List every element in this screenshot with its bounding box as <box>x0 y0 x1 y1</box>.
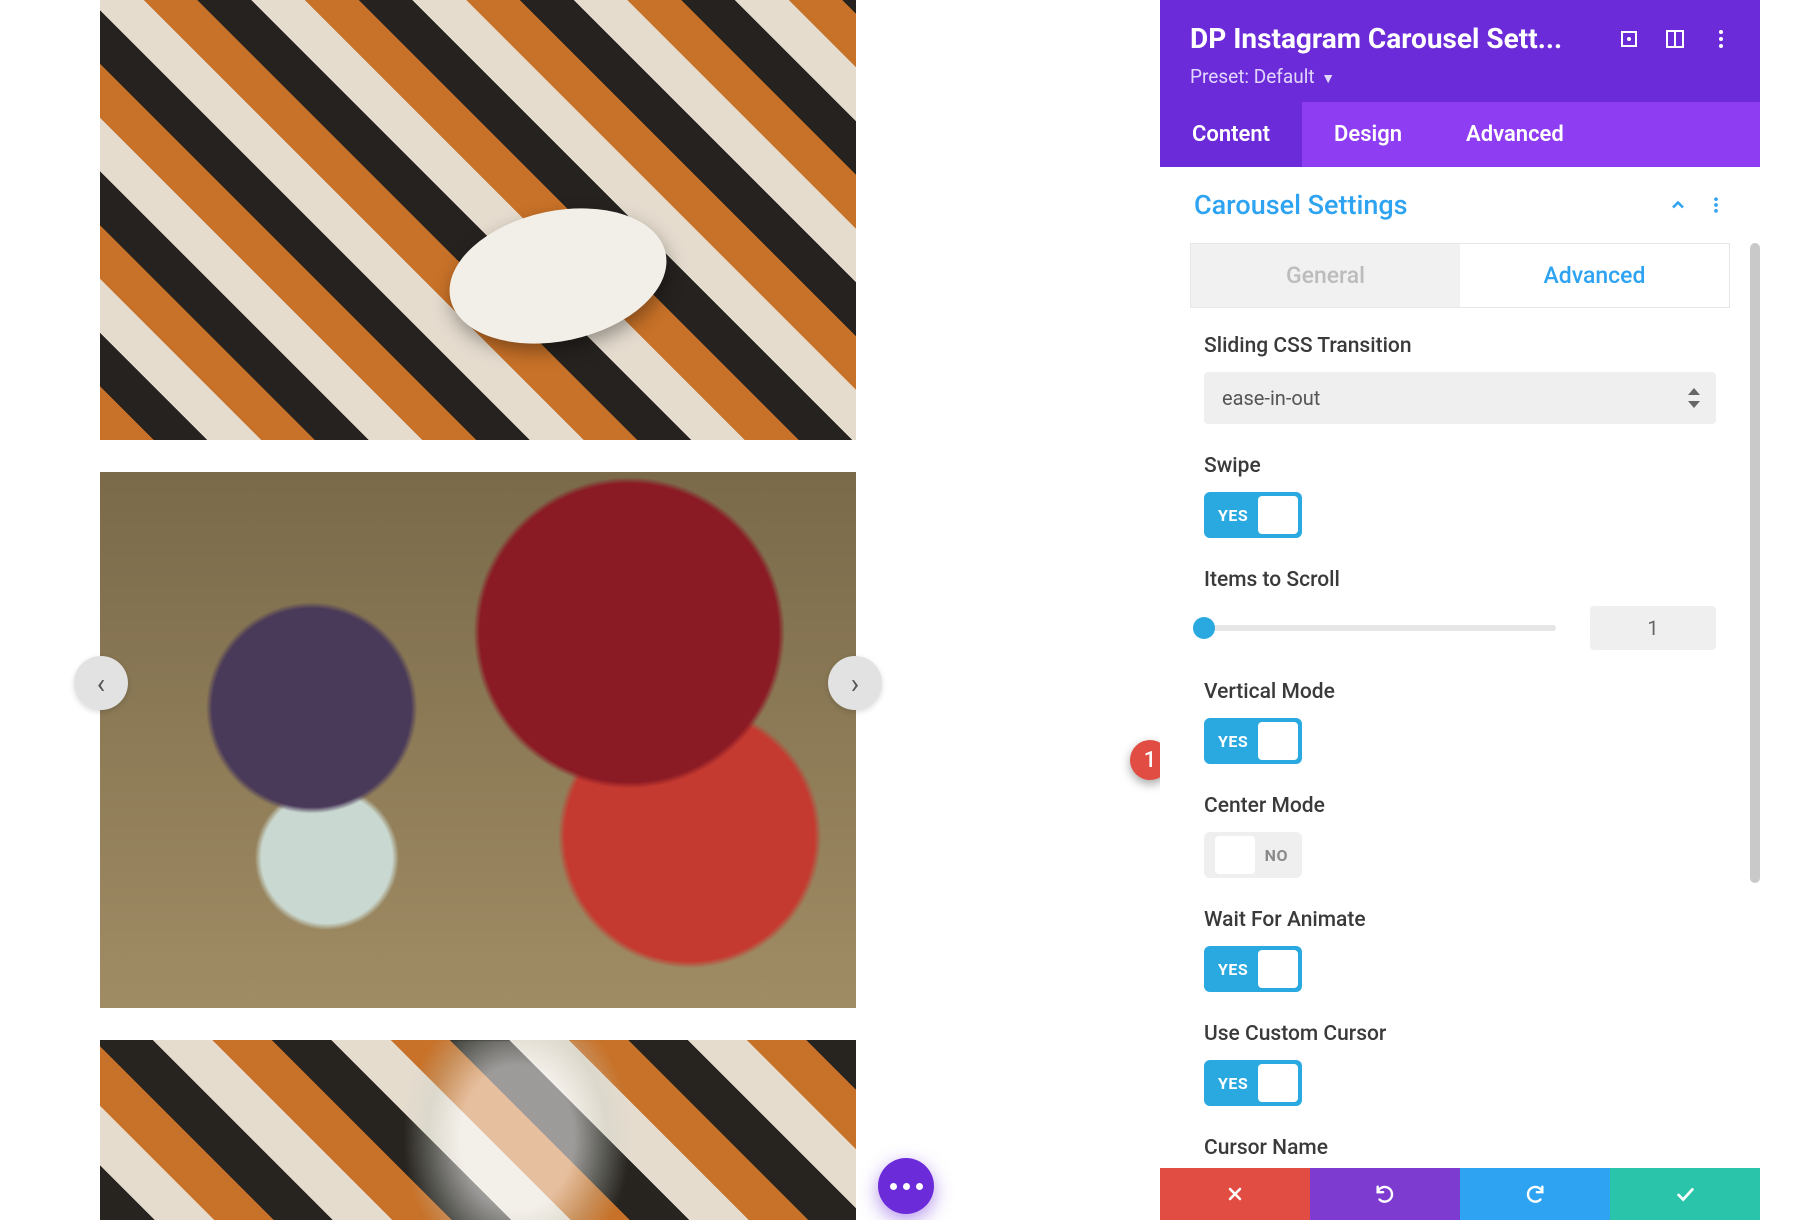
subtab-general[interactable]: General <box>1191 244 1460 307</box>
toggle-knob <box>1258 950 1298 988</box>
field-label: Use Custom Cursor <box>1204 1022 1716 1046</box>
subtab-advanced[interactable]: Advanced <box>1460 244 1729 307</box>
section-title: Carousel Settings <box>1194 189 1650 221</box>
expand-icon[interactable] <box>1616 26 1642 52</box>
field-vertical-mode: Vertical Mode YES <box>1160 680 1760 764</box>
panel-title: DP Instagram Carousel Sett... <box>1190 22 1596 55</box>
toggle-state-label: YES <box>1208 960 1258 979</box>
swipe-toggle[interactable]: YES <box>1204 492 1302 538</box>
carousel-slide[interactable] <box>100 472 856 1008</box>
toggle-state-label: YES <box>1208 732 1258 751</box>
check-icon <box>1674 1183 1696 1205</box>
preset-selector[interactable]: Preset: Default ▼ <box>1190 65 1734 88</box>
wait-for-animate-toggle[interactable]: YES <box>1204 946 1302 992</box>
preview-area: ‹ › 1 <box>0 0 1160 1220</box>
field-use-custom-cursor: Use Custom Cursor YES <box>1160 1022 1760 1106</box>
floating-action-button[interactable] <box>878 1158 934 1214</box>
more-vertical-icon[interactable] <box>1706 195 1726 215</box>
instagram-carousel <box>100 0 856 1220</box>
toggle-state-label: YES <box>1208 1074 1258 1093</box>
carousel-slide[interactable] <box>100 1040 856 1220</box>
field-wait-for-animate: Wait For Animate YES <box>1160 908 1760 992</box>
field-sliding-transition: Sliding CSS Transition ease-in-out <box>1160 334 1760 424</box>
tab-content[interactable]: Content <box>1160 102 1302 167</box>
field-label: Sliding CSS Transition <box>1204 334 1716 358</box>
save-button[interactable] <box>1610 1168 1760 1220</box>
redo-button[interactable] <box>1460 1168 1610 1220</box>
chevron-up-icon[interactable] <box>1668 195 1688 215</box>
toggle-knob <box>1215 836 1255 874</box>
scrollbar[interactable] <box>1750 243 1760 883</box>
toggle-knob <box>1258 1064 1298 1102</box>
carousel-prev-button[interactable]: ‹ <box>74 656 128 710</box>
field-items-to-scroll: Items to Scroll 1 <box>1160 568 1760 650</box>
items-to-scroll-value[interactable]: 1 <box>1590 606 1716 650</box>
use-custom-cursor-toggle[interactable]: YES <box>1204 1060 1302 1106</box>
panel-body: Carousel Settings General Advanced Slidi… <box>1160 167 1760 1220</box>
panel-tabs: Content Design Advanced <box>1160 102 1760 167</box>
panel-footer <box>1160 1168 1760 1220</box>
settings-panel: DP Instagram Carousel Sett... Preset: De… <box>1160 0 1760 1220</box>
close-icon <box>1225 1184 1245 1204</box>
chevron-right-icon: › <box>851 667 859 700</box>
undo-icon <box>1374 1183 1396 1205</box>
more-vertical-icon[interactable] <box>1708 26 1734 52</box>
preset-value: Default <box>1254 65 1315 88</box>
cancel-button[interactable] <box>1160 1168 1310 1220</box>
field-label: Cursor Name <box>1204 1136 1716 1160</box>
carousel-next-button[interactable]: › <box>828 656 882 710</box>
caret-down-icon: ▼ <box>1321 71 1335 87</box>
undo-button[interactable] <box>1310 1168 1460 1220</box>
toggle-state-label: NO <box>1255 846 1298 865</box>
section-header: Carousel Settings <box>1160 167 1760 235</box>
tab-design[interactable]: Design <box>1302 102 1434 167</box>
items-to-scroll-slider[interactable] <box>1204 625 1556 631</box>
chevron-left-icon: ‹ <box>97 667 105 700</box>
field-label: Wait For Animate <box>1204 908 1716 932</box>
dot-icon <box>890 1183 897 1190</box>
center-mode-toggle[interactable]: NO <box>1204 832 1302 878</box>
redo-icon <box>1524 1183 1546 1205</box>
vertical-mode-toggle[interactable]: YES <box>1204 718 1302 764</box>
field-label: Swipe <box>1204 454 1716 478</box>
field-label: Vertical Mode <box>1204 680 1716 704</box>
toggle-knob <box>1258 496 1298 534</box>
field-label: Items to Scroll <box>1204 568 1716 592</box>
field-swipe: Swipe YES <box>1160 454 1760 538</box>
tab-advanced[interactable]: Advanced <box>1434 102 1596 167</box>
dot-icon <box>916 1183 923 1190</box>
toggle-state-label: YES <box>1208 506 1258 525</box>
section-subtabs: General Advanced <box>1190 243 1730 308</box>
field-center-mode: Center Mode NO <box>1160 794 1760 878</box>
preset-label: Preset: <box>1190 65 1249 88</box>
slider-thumb[interactable] <box>1193 617 1215 639</box>
panel-header: DP Instagram Carousel Sett... Preset: De… <box>1160 0 1760 102</box>
columns-icon[interactable] <box>1662 26 1688 52</box>
carousel-slide[interactable] <box>100 0 856 440</box>
dot-icon <box>903 1183 910 1190</box>
field-cursor-name: Cursor Name <box>1160 1136 1760 1160</box>
transition-select[interactable]: ease-in-out <box>1204 372 1716 424</box>
field-label: Center Mode <box>1204 794 1716 818</box>
toggle-knob <box>1258 722 1298 760</box>
